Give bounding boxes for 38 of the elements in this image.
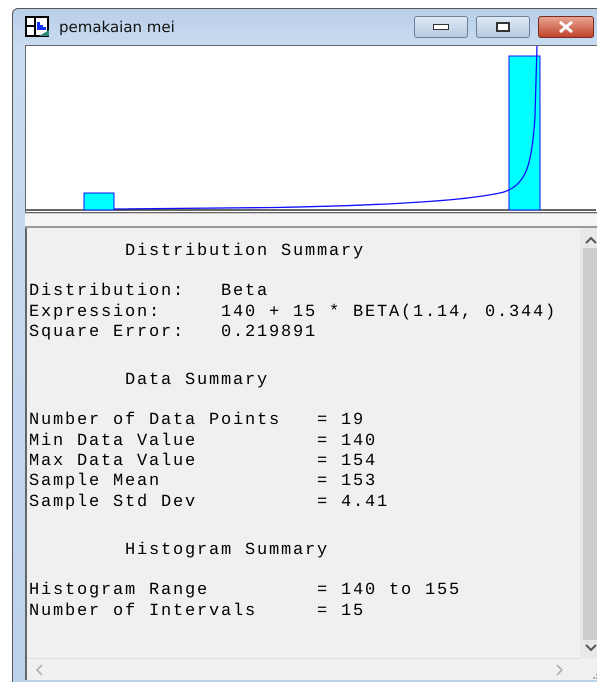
- summary-label: Distribution:: [29, 282, 186, 303]
- scrollbar-thumb[interactable]: [582, 248, 597, 640]
- summary-label: Max Data Value: [29, 452, 198, 472]
- summary-value: = 140 to 155: [317, 581, 462, 602]
- summary-label: Square Error:: [29, 322, 186, 344]
- minimize-icon: [433, 24, 449, 30]
- summary-label: Histogram Range: [29, 581, 210, 602]
- restore-button[interactable]: [476, 16, 530, 38]
- close-icon: [558, 21, 574, 33]
- summary-value: = 154: [317, 452, 378, 472]
- summary-label: Number of Intervals: [29, 602, 258, 622]
- section-heading: Data Summary: [125, 371, 270, 392]
- scroll-down-icon[interactable]: [585, 644, 597, 652]
- summary-value: = 140: [317, 432, 378, 452]
- summary-value: = 4.41: [317, 492, 390, 513]
- summary-value: = 19: [317, 411, 366, 432]
- histogram-app-icon: [25, 16, 51, 38]
- summary-value: = 15: [317, 602, 366, 622]
- scroll-right-icon[interactable]: [556, 664, 564, 676]
- summary-label: Expression:: [29, 302, 162, 323]
- section-heading: Distribution Summary: [125, 242, 366, 262]
- pane-splitter[interactable]: [25, 213, 597, 228]
- restore-icon: [496, 22, 510, 32]
- summary-label: Min Data Value: [29, 432, 198, 452]
- scroll-up-icon[interactable]: [585, 236, 597, 244]
- window-title: pemakaian mei: [59, 18, 176, 36]
- scroll-left-icon[interactable]: [35, 664, 43, 676]
- summary-label: Number of Data Points: [29, 411, 282, 432]
- close-button[interactable]: [538, 16, 594, 38]
- summary-value: Beta: [221, 282, 270, 303]
- minimize-button[interactable]: [414, 16, 468, 38]
- section-heading: Histogram Summary: [125, 540, 330, 562]
- vertical-scrollbar[interactable]: [580, 228, 597, 658]
- summary-value: 140 + 15 * BETA(1.14, 0.344): [221, 302, 558, 323]
- summary-value: = 153: [317, 472, 378, 493]
- summary-value: 0.219891: [221, 322, 318, 344]
- summary-label: Sample Mean: [29, 472, 162, 493]
- summary-label: Sample Std Dev: [29, 492, 198, 513]
